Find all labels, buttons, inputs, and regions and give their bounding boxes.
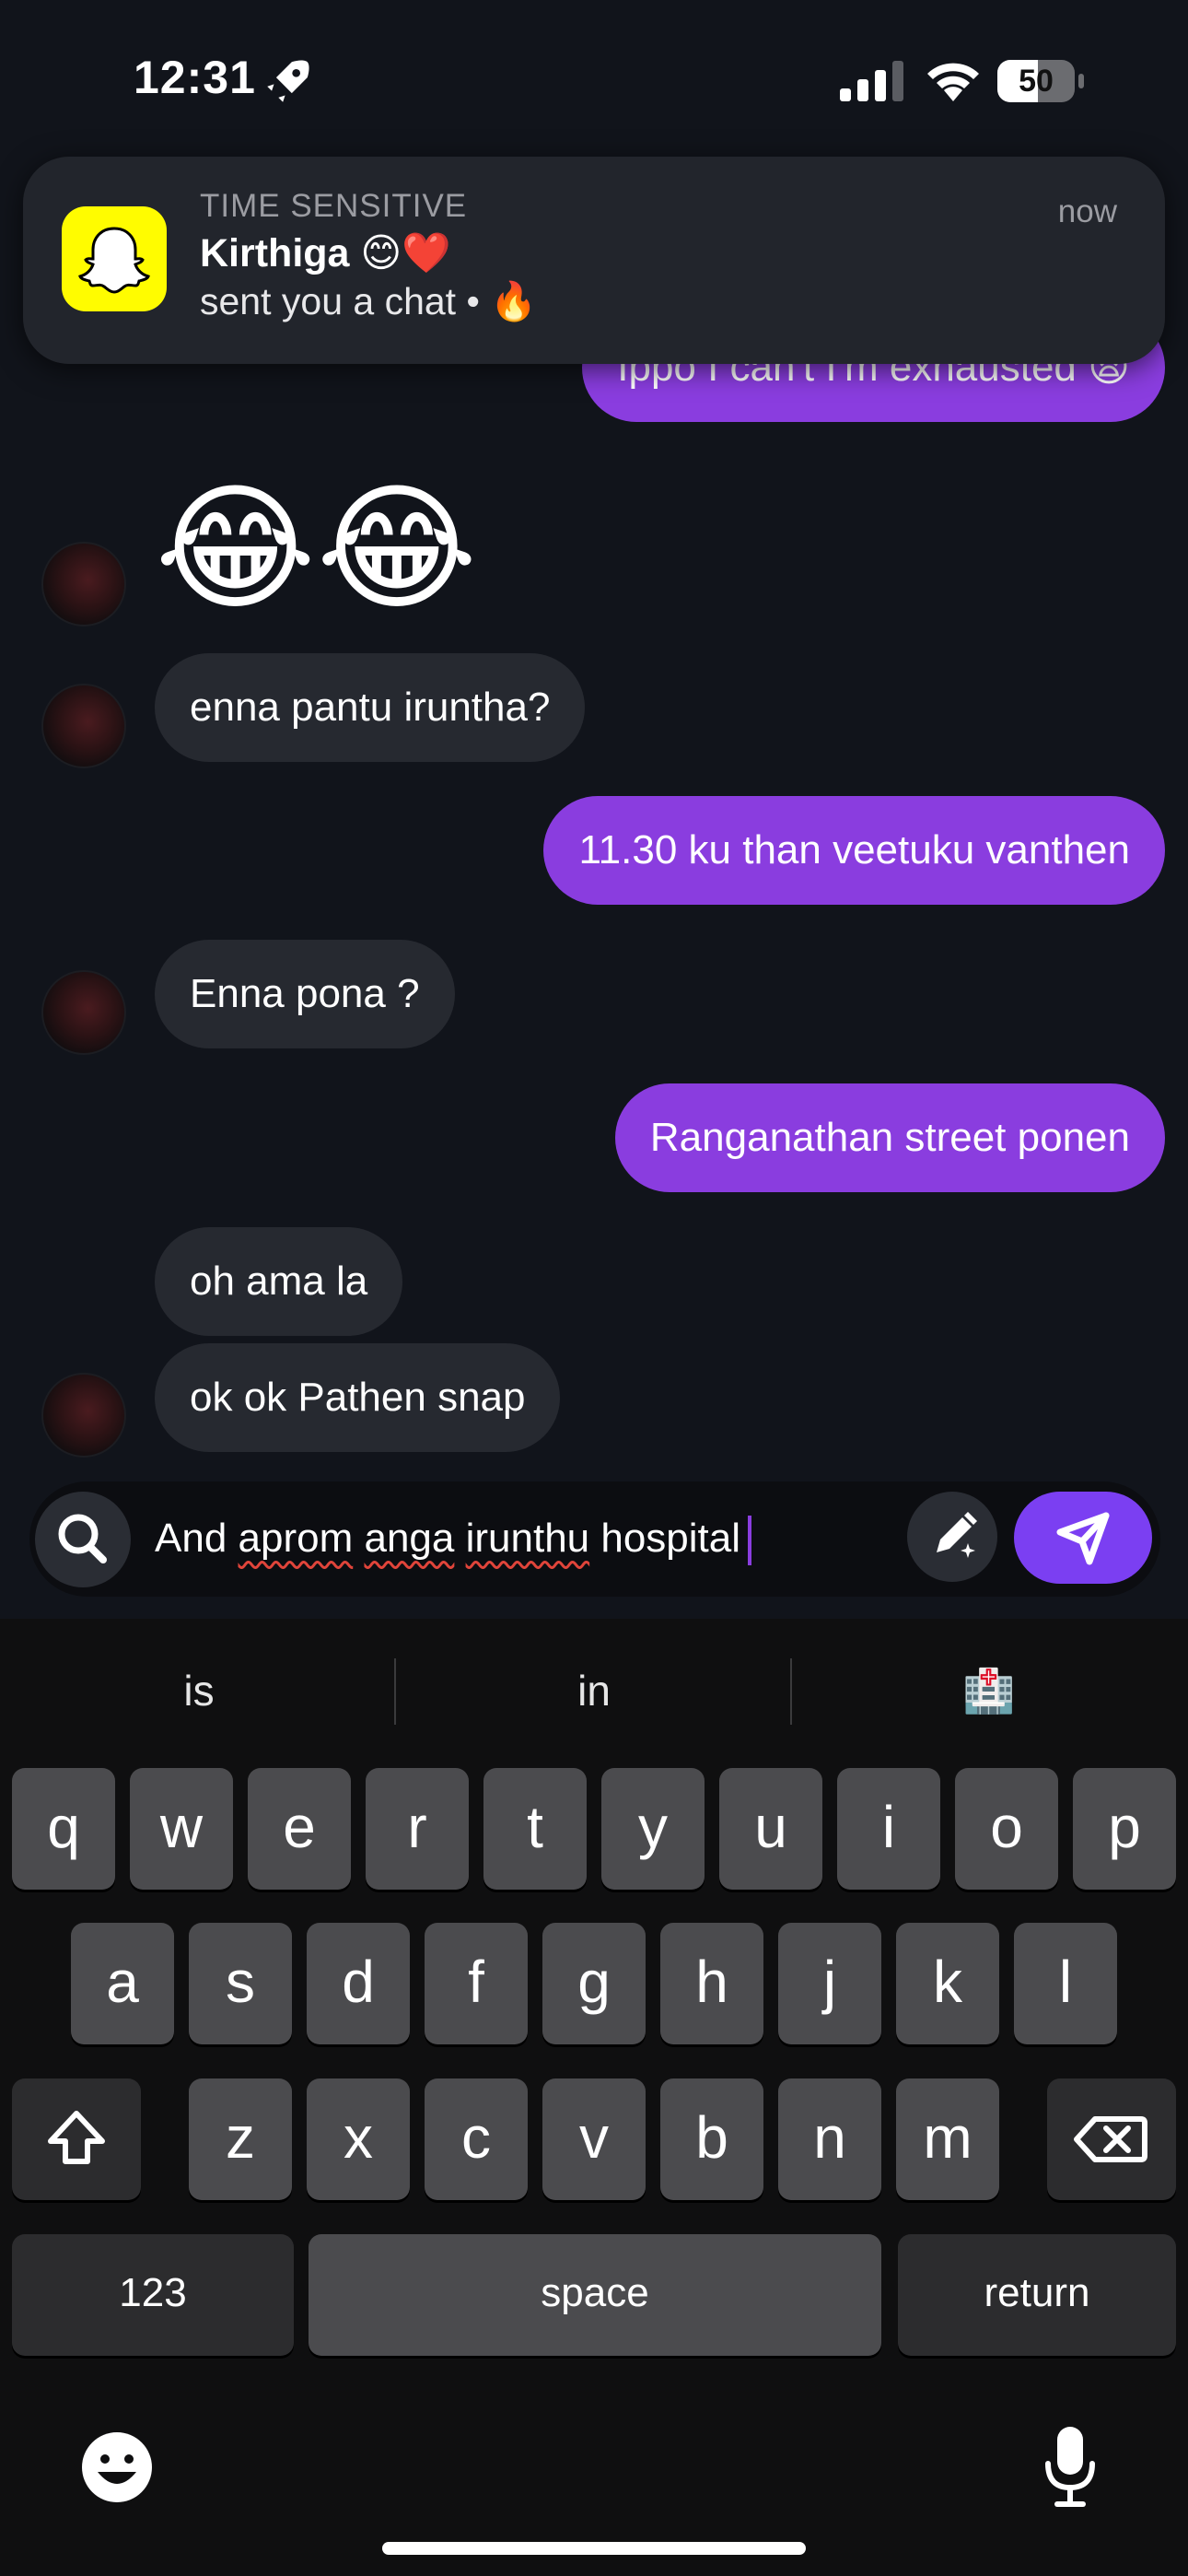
suggestion-item[interactable]: is xyxy=(6,1649,392,1732)
status-time: 12:31 xyxy=(134,52,256,103)
avatar[interactable] xyxy=(41,684,126,768)
notification-kicker: TIME SENSITIVE xyxy=(200,188,468,224)
ai-write-button[interactable] xyxy=(907,1492,997,1582)
return-key[interactable]: return xyxy=(898,2234,1176,2356)
wifi-icon xyxy=(927,63,979,101)
avatar[interactable] xyxy=(41,1373,126,1458)
text-caret xyxy=(748,1516,752,1566)
pencil-sparkle-icon xyxy=(937,1512,977,1558)
key-s[interactable]: s xyxy=(189,1923,292,2044)
message-outgoing[interactable]: 11.30 ku than veetuku vanthen xyxy=(543,796,1165,905)
key-f[interactable]: f xyxy=(425,1923,528,2044)
notification-time: now xyxy=(1057,193,1117,229)
numbers-key[interactable]: 123 xyxy=(12,2234,294,2356)
key-w[interactable]: w xyxy=(130,1768,233,1890)
notification-title: Kirthiga 😊❤️ xyxy=(200,231,451,275)
key-u[interactable]: u xyxy=(719,1768,822,1890)
suggestion-divider xyxy=(394,1658,396,1725)
suggestion-item[interactable]: 🏥 xyxy=(796,1649,1182,1732)
shift-key[interactable] xyxy=(12,2078,141,2200)
message-incoming[interactable]: oh ama la xyxy=(155,1227,403,1336)
input-space xyxy=(353,1516,364,1561)
space-key[interactable]: space xyxy=(309,2234,881,2356)
key-h[interactable]: h xyxy=(660,1923,763,2044)
message-input[interactable]: And aprom anga irunthu hospital xyxy=(155,1511,752,1566)
misspelled-word[interactable]: irunthu xyxy=(466,1516,590,1561)
misspelled-word[interactable]: aprom xyxy=(239,1516,354,1561)
key-g[interactable]: g xyxy=(542,1923,646,2044)
key-z[interactable]: z xyxy=(189,2078,292,2200)
message-incoming[interactable]: Enna pona ? xyxy=(155,940,455,1048)
microphone-icon[interactable] xyxy=(1041,2423,1100,2510)
key-y[interactable]: y xyxy=(601,1768,705,1890)
backspace-key[interactable] xyxy=(1047,2078,1176,2200)
search-button[interactable] xyxy=(35,1492,131,1587)
key-p[interactable]: p xyxy=(1073,1768,1176,1890)
avatar[interactable] xyxy=(41,970,126,1055)
snapchat-notification[interactable]: TIME SENSITIVE Kirthiga 😊❤️ sent you a c… xyxy=(23,157,1165,364)
message-incoming[interactable]: enna pantu iruntha? xyxy=(155,653,586,762)
key-o[interactable]: o xyxy=(955,1768,1058,1890)
avatar[interactable] xyxy=(41,542,126,626)
key-d[interactable]: d xyxy=(307,1923,410,2044)
suggestion-divider xyxy=(790,1658,792,1725)
battery-indicator: 50 xyxy=(996,59,1085,103)
input-word: And xyxy=(155,1516,239,1561)
key-r[interactable]: r xyxy=(366,1768,469,1890)
key-c[interactable]: c xyxy=(425,2078,528,2200)
key-q[interactable]: q xyxy=(12,1768,115,1890)
snapchat-app-icon xyxy=(62,206,167,311)
input-word: hospital xyxy=(589,1516,741,1561)
rocket-icon xyxy=(267,60,309,102)
message-incoming[interactable]: ok ok Pathen snap xyxy=(155,1343,561,1452)
emoji-keyboard-icon[interactable] xyxy=(79,2430,155,2505)
message-outgoing[interactable]: Ranganathan street ponen xyxy=(614,1083,1165,1192)
key-n[interactable]: n xyxy=(778,2078,881,2200)
message-incoming-emoji[interactable]: 😂😂 xyxy=(155,470,478,626)
key-t[interactable]: t xyxy=(483,1768,587,1890)
notification-body: sent you a chat • 🔥 xyxy=(200,280,538,322)
key-e[interactable]: e xyxy=(248,1768,351,1890)
search-icon xyxy=(58,1514,107,1563)
suggestion-item[interactable]: in xyxy=(401,1649,787,1732)
cellular-signal-icon xyxy=(840,61,903,101)
backspace-icon xyxy=(1074,2116,1147,2162)
key-i[interactable]: i xyxy=(837,1768,940,1890)
key-v[interactable]: v xyxy=(542,2078,646,2200)
key-b[interactable]: b xyxy=(660,2078,763,2200)
misspelled-word[interactable]: anga xyxy=(364,1516,454,1561)
home-indicator[interactable] xyxy=(382,2542,806,2555)
key-a[interactable]: a xyxy=(71,1923,174,2044)
key-k[interactable]: k xyxy=(896,1923,999,2044)
shift-arrow-icon xyxy=(48,2111,105,2164)
input-space xyxy=(454,1516,465,1561)
key-j[interactable]: j xyxy=(778,1923,881,2044)
battery-level: 50 xyxy=(1019,64,1054,99)
send-arrow-icon xyxy=(1056,1512,1110,1565)
key-l[interactable]: l xyxy=(1014,1923,1117,2044)
key-m[interactable]: m xyxy=(896,2078,999,2200)
key-x[interactable]: x xyxy=(307,2078,410,2200)
send-button[interactable] xyxy=(1014,1492,1152,1584)
